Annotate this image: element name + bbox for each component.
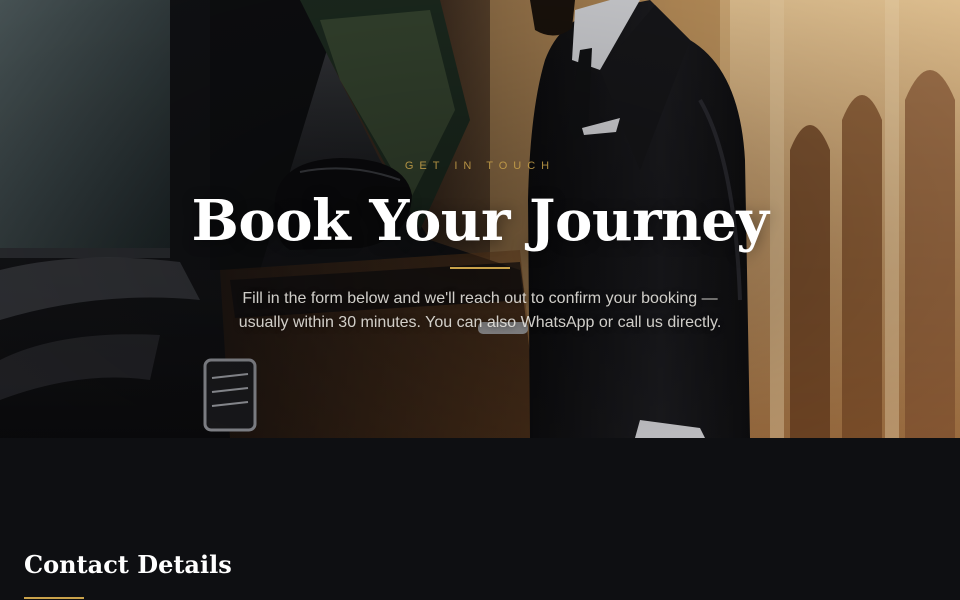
hero-content: GET IN TOUCH Book Your Journey Fill in t… bbox=[0, 0, 960, 438]
hero-eyebrow: GET IN TOUCH bbox=[404, 160, 556, 172]
contact-heading-divider bbox=[24, 597, 84, 599]
title-divider bbox=[450, 267, 510, 269]
contact-section: Contact Details bbox=[0, 438, 960, 600]
page: GET IN TOUCH Book Your Journey Fill in t… bbox=[0, 0, 960, 600]
contact-heading: Contact Details bbox=[24, 550, 232, 579]
hero-description: Fill in the form below and we'll reach o… bbox=[238, 290, 722, 331]
hero-section: GET IN TOUCH Book Your Journey Fill in t… bbox=[0, 0, 960, 438]
page-title: Book Your Journey bbox=[191, 188, 769, 254]
